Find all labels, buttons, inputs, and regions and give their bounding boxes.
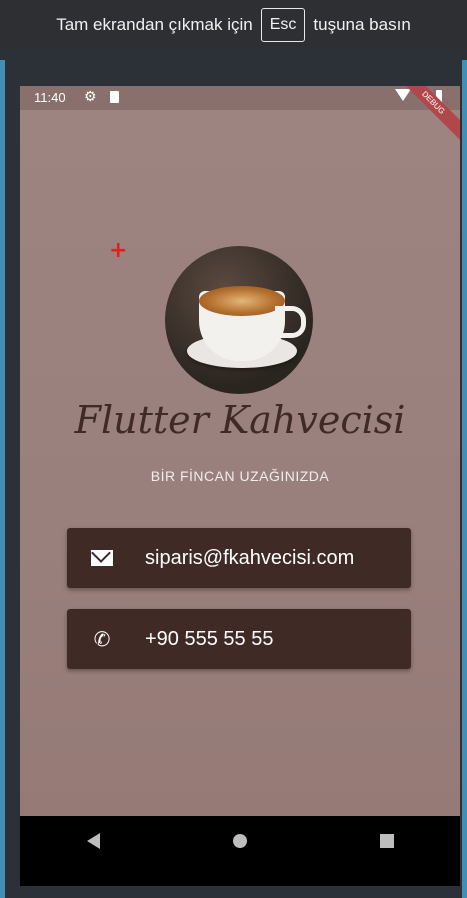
coffee-cup-avatar: [165, 246, 313, 394]
window-border-left: [0, 60, 5, 898]
app-title: Flutter Kahvecisi: [74, 398, 406, 442]
fullscreen-exit-hint: Tam ekrandan çıkmak için Esc tuşuna bası…: [0, 0, 467, 50]
home-icon[interactable]: [232, 834, 247, 848]
phone-device: 11:40 ⚙ DEBUG + Flutter Kahvecisi BİR Fİ…: [20, 86, 460, 886]
hint-text-after: tuşuna basın: [313, 15, 411, 34]
latte-art-shape: [199, 286, 285, 316]
recents-icon[interactable]: [379, 834, 394, 848]
gear-icon: ⚙: [84, 88, 97, 104]
wifi-icon: [395, 89, 411, 101]
email-text: siparis@fkahvecisi.com: [145, 546, 355, 569]
emulator-window: 11:40 ⚙ DEBUG + Flutter Kahvecisi BİR Fİ…: [0, 50, 467, 898]
app-subtitle: BİR FİNCAN UZAĞINIZDA: [150, 468, 330, 484]
status-time: 11:40: [34, 90, 66, 105]
email-card[interactable]: siparis@fkahvecisi.com: [67, 528, 411, 588]
phone-text: +90 555 55 55: [145, 627, 274, 650]
hint-text-before: Tam ekrandan çıkmak için: [56, 15, 253, 34]
phone-icon: ✆: [93, 627, 111, 651]
app-screen[interactable]: 11:40 ⚙ DEBUG + Flutter Kahvecisi BİR Fİ…: [20, 86, 460, 816]
sd-card-icon: [110, 91, 119, 103]
cup-handle-shape: [275, 306, 306, 338]
system-navigation-bar: [20, 816, 460, 866]
phone-card[interactable]: ✆ +90 555 55 55: [67, 609, 411, 669]
esc-key-badge: Esc: [260, 8, 306, 42]
back-icon[interactable]: [86, 833, 100, 849]
status-bar: 11:40 ⚙ DEBUG: [20, 86, 460, 147]
window-border-right: [462, 60, 467, 898]
mail-icon: [91, 550, 113, 566]
crosshair-cursor-icon: +: [109, 238, 128, 263]
